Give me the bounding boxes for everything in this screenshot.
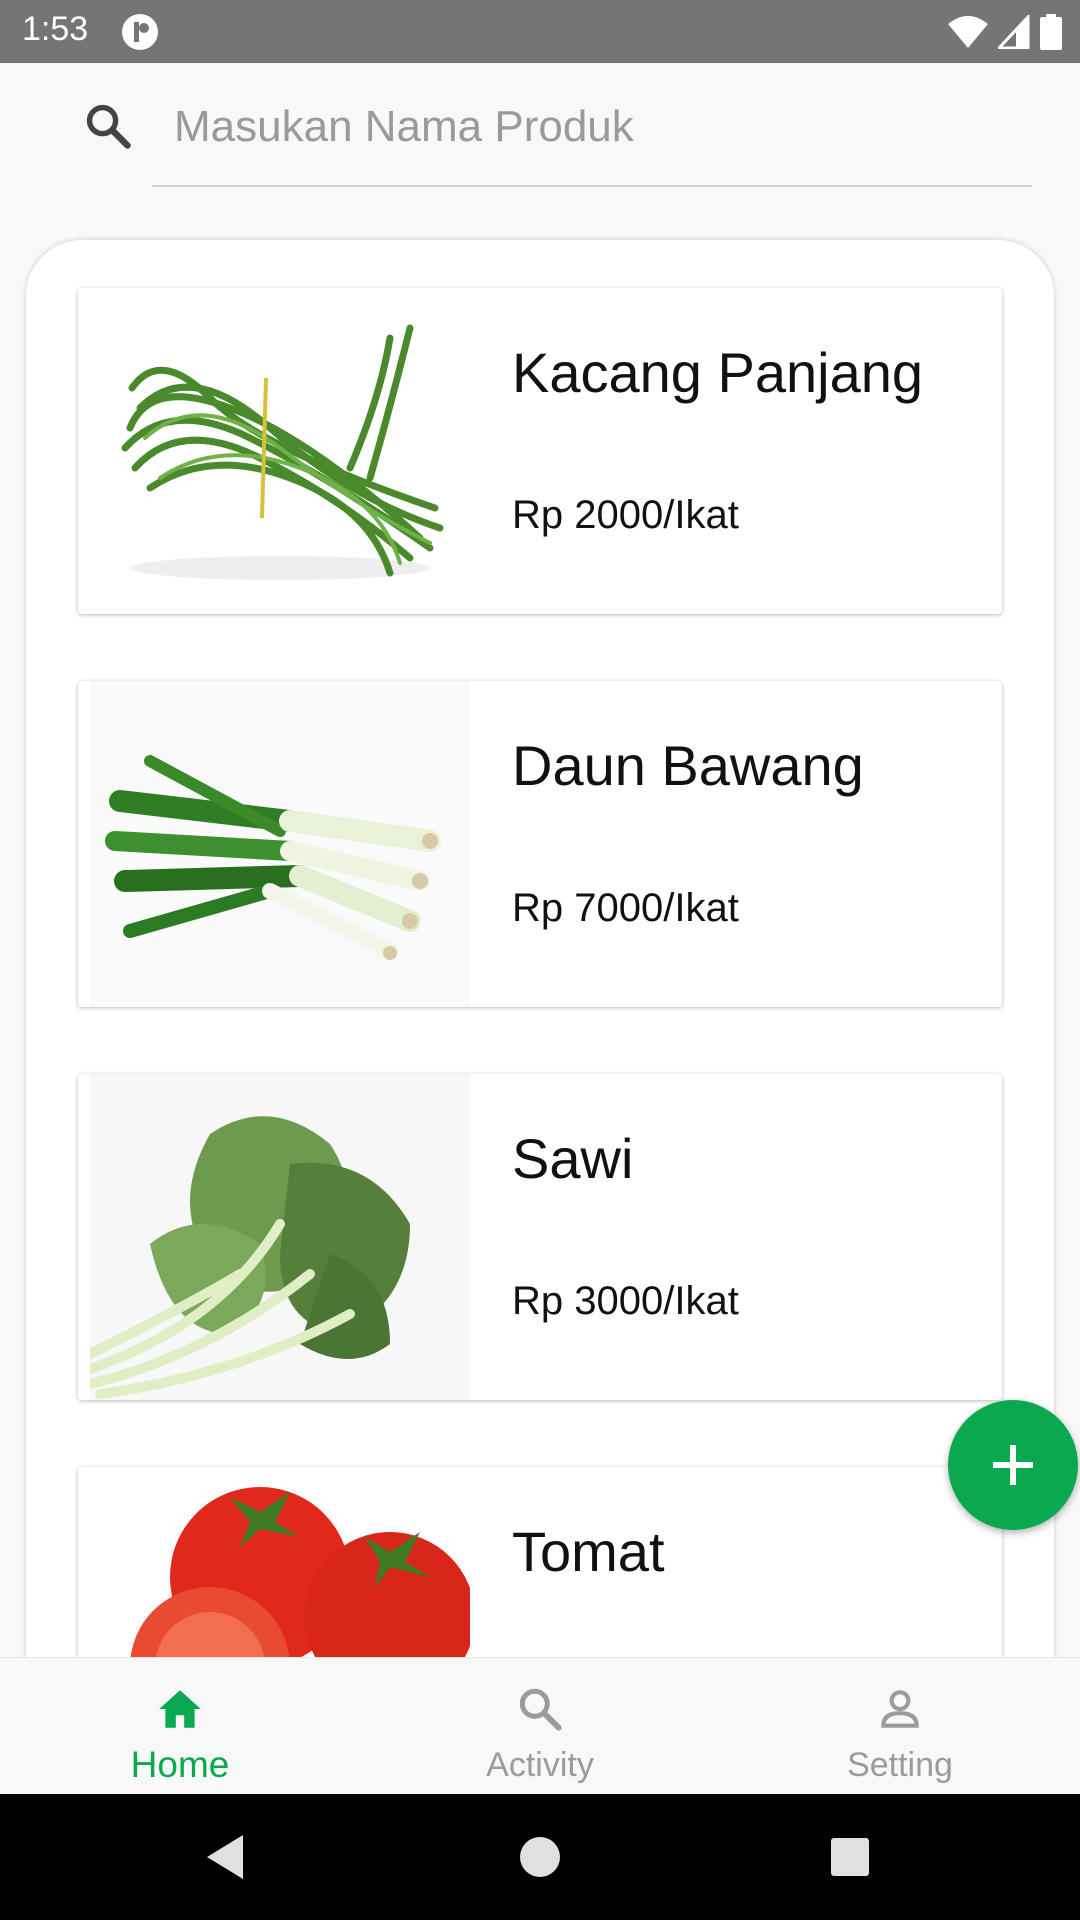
home-icon <box>159 1690 201 1728</box>
search-icon <box>519 1688 562 1731</box>
status-bar: 1:53 <box>0 0 1080 63</box>
back-icon[interactable] <box>195 1827 255 1887</box>
add-product-button[interactable] <box>948 1400 1078 1530</box>
person-icon <box>881 1690 919 1728</box>
product-name: Tomat <box>512 1520 665 1583</box>
product-list[interactable]: Kacang Panjang Rp 2000/Ikat Daun Bawang … <box>26 240 1054 1700</box>
nav-setting[interactable]: Setting <box>770 1658 1030 1795</box>
search-input[interactable] <box>152 96 1032 158</box>
home-circle-icon[interactable] <box>510 1827 570 1887</box>
product-name: Daun Bawang <box>512 734 864 797</box>
search-icon[interactable] <box>82 100 134 152</box>
product-price: Rp 3000/Ikat <box>512 1279 739 1323</box>
battery-icon <box>1040 14 1062 50</box>
system-navigation-bar <box>0 1794 1080 1920</box>
bottom-navigation: Home Activity Setting <box>0 1657 1080 1795</box>
signal-icon <box>998 15 1030 49</box>
product-price: Rp 7000/Ikat <box>512 886 739 930</box>
status-time: 1:53 <box>22 10 89 48</box>
plus-icon <box>993 1445 1033 1485</box>
wifi-icon <box>948 16 988 48</box>
nav-home[interactable]: Home <box>50 1658 310 1795</box>
app-notification-icon <box>122 14 158 50</box>
product-price: Rp 2000/Ikat <box>512 493 739 537</box>
product-card-kacang-panjang[interactable]: Kacang Panjang Rp 2000/Ikat <box>78 288 1002 614</box>
search-underline <box>152 185 1032 187</box>
mustard-greens-image <box>90 1074 470 1400</box>
product-card-sawi[interactable]: Sawi Rp 3000/Ikat <box>78 1074 1002 1400</box>
nav-activity[interactable]: Activity <box>410 1658 670 1795</box>
recents-icon[interactable] <box>820 1827 880 1887</box>
nav-label: Home <box>130 1744 230 1785</box>
product-card-daun-bawang[interactable]: Daun Bawang Rp 7000/Ikat <box>78 681 1002 1007</box>
long-beans-image <box>90 288 470 614</box>
nav-label: Setting <box>847 1746 953 1784</box>
spring-onion-image <box>90 681 470 1007</box>
product-name: Sawi <box>512 1127 634 1190</box>
nav-label: Activity <box>486 1746 594 1784</box>
product-name: Kacang Panjang <box>512 341 924 404</box>
